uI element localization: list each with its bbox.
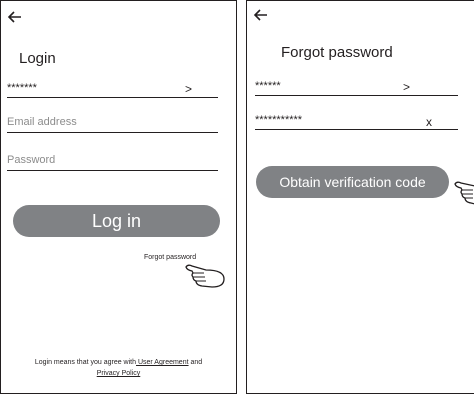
account-field[interactable]: ******* > — [7, 77, 218, 98]
pointing-hand-icon — [454, 181, 474, 205]
account-field[interactable]: ****** > — [255, 75, 458, 96]
page-title: Forgot password — [281, 44, 393, 61]
account-arrow-icon[interactable]: > — [185, 82, 192, 96]
forgot-password-screen: Forgot password ****** > *********** x O… — [246, 0, 474, 394]
account-value: ****** — [255, 80, 281, 92]
phone-value: *********** — [255, 114, 303, 126]
footer-text: Login means that you agree with — [34, 359, 137, 366]
login-button[interactable]: Log in — [13, 205, 220, 237]
password-placeholder: Password — [7, 154, 56, 166]
account-value: ******* — [7, 82, 37, 94]
account-arrow-icon[interactable]: > — [403, 80, 410, 94]
email-field[interactable]: Email address — [7, 112, 218, 133]
terms-footer: Login means that you agree with User Agr… — [1, 357, 236, 379]
clear-button[interactable]: x — [426, 115, 432, 129]
privacy-policy-link[interactable]: Privacy Policy — [97, 370, 141, 377]
page-title: Login — [19, 50, 56, 67]
phone-field[interactable]: *********** x — [255, 109, 458, 130]
back-arrow-icon[interactable] — [7, 9, 23, 25]
back-arrow-icon[interactable] — [253, 7, 269, 23]
email-placeholder: Email address — [7, 116, 77, 128]
user-agreement-link[interactable]: User Agreement — [136, 359, 189, 366]
obtain-verification-code-button[interactable]: Obtain verification code — [256, 166, 449, 198]
footer-and: and — [188, 359, 203, 366]
login-screen: Login ******* > Email address Password L… — [0, 0, 237, 394]
password-field[interactable]: Password — [7, 150, 218, 171]
pointing-hand-icon — [185, 264, 225, 288]
forgot-password-link[interactable]: Forgot password — [144, 254, 196, 261]
